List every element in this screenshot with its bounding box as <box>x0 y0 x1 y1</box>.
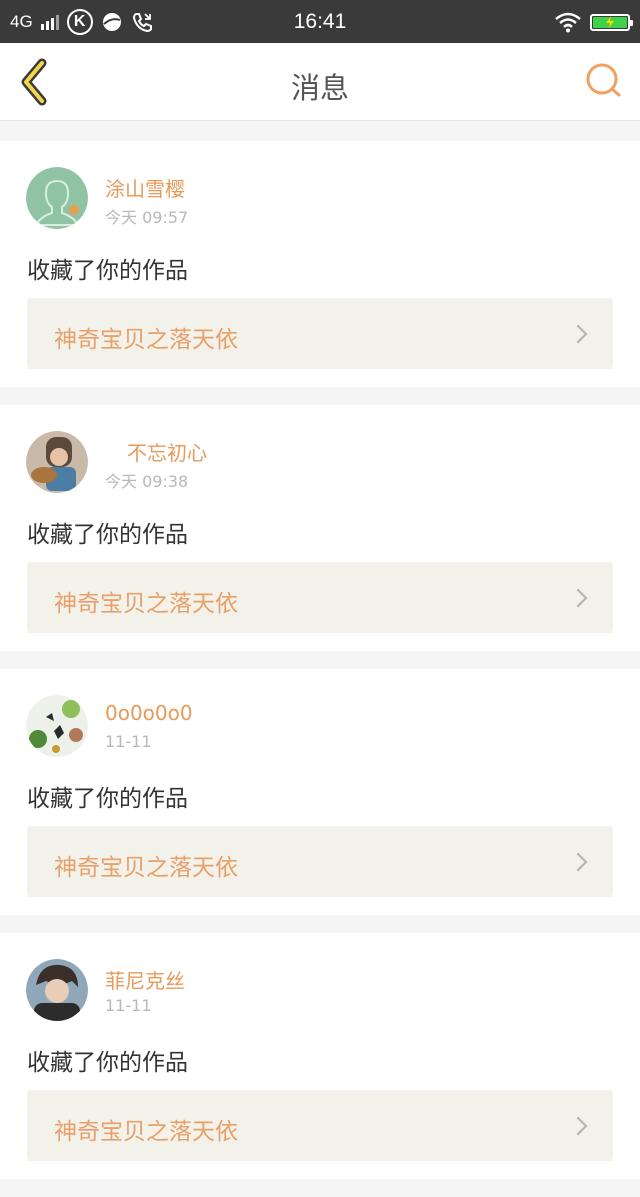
chevron-right-icon <box>576 588 588 608</box>
avatar[interactable] <box>26 431 88 493</box>
work-title: 神奇宝贝之落天依 <box>54 855 238 881</box>
chevron-right-icon <box>576 324 588 344</box>
user-name[interactable]: 菲尼克丝 <box>105 965 185 994</box>
avatar[interactable] <box>26 959 88 1021</box>
work-link[interactable]: 神奇宝贝之落天依 <box>27 562 613 633</box>
message-list: 涂山雪樱 今天 09:57 收藏了你的作品 神奇宝贝之落天依 不忘初心 今天 0… <box>0 141 640 1197</box>
message-text: 收藏了你的作品 <box>27 522 188 548</box>
user-name[interactable]: 0o0o0o0 <box>105 701 193 725</box>
message-card: 0o0o0o0 11-11 收藏了你的作品 神奇宝贝之落天依 <box>0 669 640 915</box>
chevron-right-icon <box>576 1116 588 1136</box>
message-card: 涂山雪樱 今天 09:57 收藏了你的作品 神奇宝贝之落天依 <box>0 141 640 387</box>
message-card: 菲尼克丝 11-11 收藏了你的作品 神奇宝贝之落天依 <box>0 933 640 1179</box>
message-text: 收藏了你的作品 <box>27 258 188 284</box>
avatar[interactable] <box>26 167 88 229</box>
clock: 16:41 <box>293 10 347 33</box>
message-card: 不忘初心 今天 09:38 收藏了你的作品 神奇宝贝之落天依 <box>0 405 640 651</box>
user-name[interactable]: 涂山雪樱 <box>105 173 185 202</box>
search-icon[interactable] <box>584 61 624 101</box>
avatar[interactable] <box>26 695 88 757</box>
message-text: 收藏了你的作品 <box>27 786 188 812</box>
status-right <box>554 11 633 33</box>
work-link[interactable]: 神奇宝贝之落天依 <box>27 298 613 369</box>
message-time: 11-11 <box>105 996 152 1015</box>
user-name[interactable]: 不忘初心 <box>127 437 207 466</box>
status-bar: 4G K 16:41 <box>0 0 640 43</box>
work-link[interactable]: 神奇宝贝之落天依 <box>27 1090 613 1161</box>
chevron-right-icon <box>576 852 588 872</box>
battery-icon <box>590 13 633 31</box>
message-time: 今天 09:57 <box>105 208 189 227</box>
wifi-icon <box>555 12 581 33</box>
page-title: 消息 <box>290 71 349 105</box>
work-title: 神奇宝贝之落天依 <box>54 327 238 353</box>
work-title: 神奇宝贝之落天依 <box>54 591 238 617</box>
work-link[interactable]: 神奇宝贝之落天依 <box>27 826 613 897</box>
message-text: 收藏了你的作品 <box>27 1050 188 1076</box>
message-time: 今天 09:38 <box>105 472 189 491</box>
work-title: 神奇宝贝之落天依 <box>54 1119 238 1145</box>
app-header: 消息 <box>0 43 640 121</box>
message-time: 11-11 <box>105 732 152 751</box>
